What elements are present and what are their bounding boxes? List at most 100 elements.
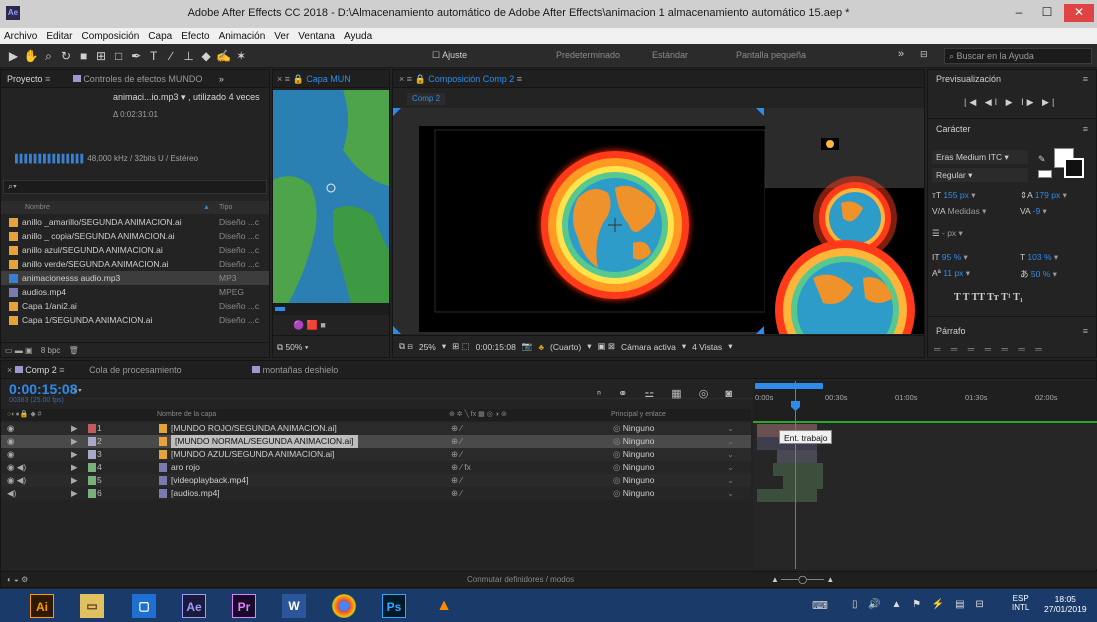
word-taskbar-icon[interactable]: W: [282, 594, 306, 618]
help-search-input[interactable]: ⌕ Buscar en la Ayuda: [944, 48, 1092, 64]
parent-select[interactable]: ◎ Ninguno: [613, 448, 654, 461]
composition-tab[interactable]: Composición Comp 2: [428, 74, 514, 84]
parent-select[interactable]: ◎ Ninguno: [613, 474, 654, 487]
parent-dropdown-icon[interactable]: ⌄: [727, 461, 734, 474]
region-icon[interactable]: ▣ ⊠: [597, 341, 615, 352]
parent-select[interactable]: ◎ Ninguno: [613, 422, 654, 435]
layer-switches[interactable]: ⊕ ∕: [451, 448, 462, 461]
keyboard-icon[interactable]: ⌨: [812, 599, 828, 612]
premiere-taskbar-icon[interactable]: Pr: [232, 594, 256, 618]
name-column[interactable]: Nombre: [25, 201, 50, 214]
project-item[interactable]: audios.mp4 MPEG: [1, 285, 269, 299]
project-item[interactable]: Capa 1/ani2.ai Diseño ...c: [1, 299, 269, 313]
work-area-bar[interactable]: [755, 383, 823, 389]
camera-select[interactable]: Cámara activa: [621, 342, 676, 352]
close-button[interactable]: ✕: [1064, 4, 1094, 22]
clock[interactable]: 18:05 27/01/2019: [1044, 594, 1087, 614]
parent-dropdown-icon[interactable]: ⌄: [727, 487, 734, 500]
effect-controls-tab[interactable]: Controles de efectos MUNDO: [83, 74, 202, 84]
layer-switches[interactable]: ⊕ ∕: [451, 422, 462, 435]
project-item[interactable]: anillo verde/SEGUNDA ANIMACION.ai Diseño …: [1, 257, 269, 271]
layer-switches[interactable]: ⊕ ∕ fx: [451, 461, 471, 474]
pen-tool-icon[interactable]: ✒: [129, 44, 144, 68]
layer-switches[interactable]: ⊕ ∕: [451, 474, 462, 487]
photoshop-taskbar-icon[interactable]: Ps: [382, 594, 406, 618]
swap-color-swatch[interactable]: [1038, 170, 1052, 178]
paragraph-menu-icon[interactable]: ≡: [1083, 326, 1088, 336]
visibility-toggle-icon[interactable]: ◀): [7, 487, 16, 500]
timeline-footer-icons[interactable]: ◐ ◒ ⚙: [7, 572, 28, 588]
font-family-select[interactable]: Eras Medium ITC ▾: [932, 150, 1028, 164]
type-style-buttons[interactable]: T T TT Tт T¹ T₁: [954, 292, 1023, 303]
type-column[interactable]: Tipo: [219, 201, 232, 214]
stroke-color-swatch[interactable]: [1064, 158, 1084, 178]
visibility-toggle-icon[interactable]: ◉: [7, 448, 14, 461]
comp2-tab[interactable]: Comp 2: [25, 365, 57, 375]
delete-icon[interactable]: 🗑: [69, 346, 79, 355]
layer-row[interactable]: ◉ ▶ 3 [MUNDO AZUL/SEGUNDA ANIMACION.ai] ⊕ ∕ ◎…: [1, 448, 751, 461]
stroke-width-field[interactable]: ☰ - px ▾: [932, 228, 963, 244]
preview-menu-icon[interactable]: ≡: [1083, 74, 1088, 84]
kerning-field[interactable]: V/A Medidas ▾: [932, 206, 986, 222]
minimize-button[interactable]: –: [1006, 4, 1032, 22]
pick-whip-icon[interactable]: ◎: [613, 449, 623, 459]
parent-dropdown-icon[interactable]: ⌄: [727, 474, 734, 487]
menu-archivo[interactable]: Archivo: [4, 31, 37, 42]
label-color-swatch[interactable]: [88, 450, 96, 459]
camera-tool-icon[interactable]: ■: [76, 44, 91, 68]
layer-current-time-marker[interactable]: [275, 307, 285, 311]
menu-ver[interactable]: Ver: [274, 31, 289, 42]
character-menu-icon[interactable]: ≡: [1083, 124, 1088, 134]
rectangle-tool-icon[interactable]: □: [111, 44, 126, 68]
eyedropper-icon[interactable]: ✎: [1038, 154, 1046, 165]
visibility-toggle-icon[interactable]: ◉: [7, 422, 14, 435]
project-item[interactable]: animacionesss audio.mp3 MP3: [1, 271, 269, 285]
layer-bar-6[interactable]: [757, 489, 817, 502]
grid-icon[interactable]: ⊞ ⬚: [452, 341, 470, 352]
expand-arrow-icon[interactable]: ▶: [71, 461, 78, 474]
project-tab[interactable]: Proyecto: [7, 74, 43, 84]
zoom-tool-icon[interactable]: ⌕: [41, 44, 56, 68]
pan-behind-tool-icon[interactable]: ⊞: [94, 44, 109, 68]
parent-column[interactable]: Principal y enlace: [611, 409, 666, 421]
layer-name[interactable]: [MUNDO ROJO/SEGUNDA ANIMACION.ai]: [171, 422, 337, 435]
illustrator-taskbar-icon[interactable]: Ai: [30, 594, 54, 618]
pick-whip-icon[interactable]: ◎: [613, 423, 623, 433]
text-tool-icon[interactable]: T: [146, 44, 161, 68]
label-color-swatch[interactable]: [88, 437, 96, 446]
menu-composicion[interactable]: Composición: [81, 31, 139, 42]
layer-row[interactable]: ◉ ▶ 1 [MUNDO ROJO/SEGUNDA ANIMACION.ai] ⊕ ∕ ◎…: [1, 422, 751, 435]
resolution-select[interactable]: (Cuarto): [550, 342, 581, 352]
interpret-footage-icon[interactable]: ▭: [5, 346, 13, 355]
label-color-swatch[interactable]: [88, 424, 96, 433]
label-color-swatch[interactable]: [88, 463, 96, 472]
language-indicator[interactable]: ESP INTL: [1012, 594, 1029, 612]
preview-controls[interactable]: |◀ ◀I ▶ I▶ ▶|: [964, 97, 1057, 108]
label-color-swatch[interactable]: [88, 489, 96, 498]
layer-row[interactable]: ◉ ◀) ▶ 5 [videoplayback.mp4] ⊕ ∕ ◎ Ninguno ⌄: [1, 474, 751, 487]
chrome-taskbar-icon[interactable]: [332, 594, 356, 618]
more-workspaces-button[interactable]: »: [898, 48, 904, 60]
layer-view-controls[interactable]: 🟣 🟥 ■: [293, 320, 326, 331]
zoom-slider[interactable]: ▲ ───◯─── ▲: [771, 572, 834, 588]
roto-brush-tool-icon[interactable]: ✍: [216, 44, 231, 68]
snapshot-icon[interactable]: 📷: [522, 341, 533, 352]
layer-time-bar[interactable]: [273, 303, 389, 315]
expand-arrow-icon[interactable]: ▶: [71, 474, 78, 487]
comp-breadcrumb[interactable]: Comp 2: [407, 93, 446, 105]
pick-whip-icon[interactable]: ◎: [613, 462, 623, 472]
pick-whip-icon[interactable]: ◎: [613, 488, 623, 498]
pick-whip-icon[interactable]: ◎: [613, 475, 623, 485]
baseline-shift-field[interactable]: Aª 11 px ▾: [932, 268, 970, 284]
project-item[interactable]: anillo _ copia/SEGUNDA ANIMACION.ai Diseñ…: [1, 229, 269, 243]
montanas-tab[interactable]: montañas deshielo: [263, 365, 339, 375]
magnify-icon[interactable]: ⧉: [277, 342, 283, 352]
workspace-predeterminado[interactable]: Predeterminado: [556, 50, 620, 60]
layer-name[interactable]: [videoplayback.mp4]: [171, 474, 249, 487]
vertical-scale-field[interactable]: IT 95 % ▾: [932, 252, 968, 268]
project-search-input[interactable]: ⌕▾: [3, 180, 267, 194]
menu-editar[interactable]: Editar: [46, 31, 72, 42]
layer-name[interactable]: aro rojo: [171, 461, 200, 474]
system-tray-icons[interactable]: ▯ 🔊 ▲ ⚑ ⚡ ▤ ⊟: [852, 599, 988, 610]
comp-zoom[interactable]: 25%: [419, 342, 436, 352]
